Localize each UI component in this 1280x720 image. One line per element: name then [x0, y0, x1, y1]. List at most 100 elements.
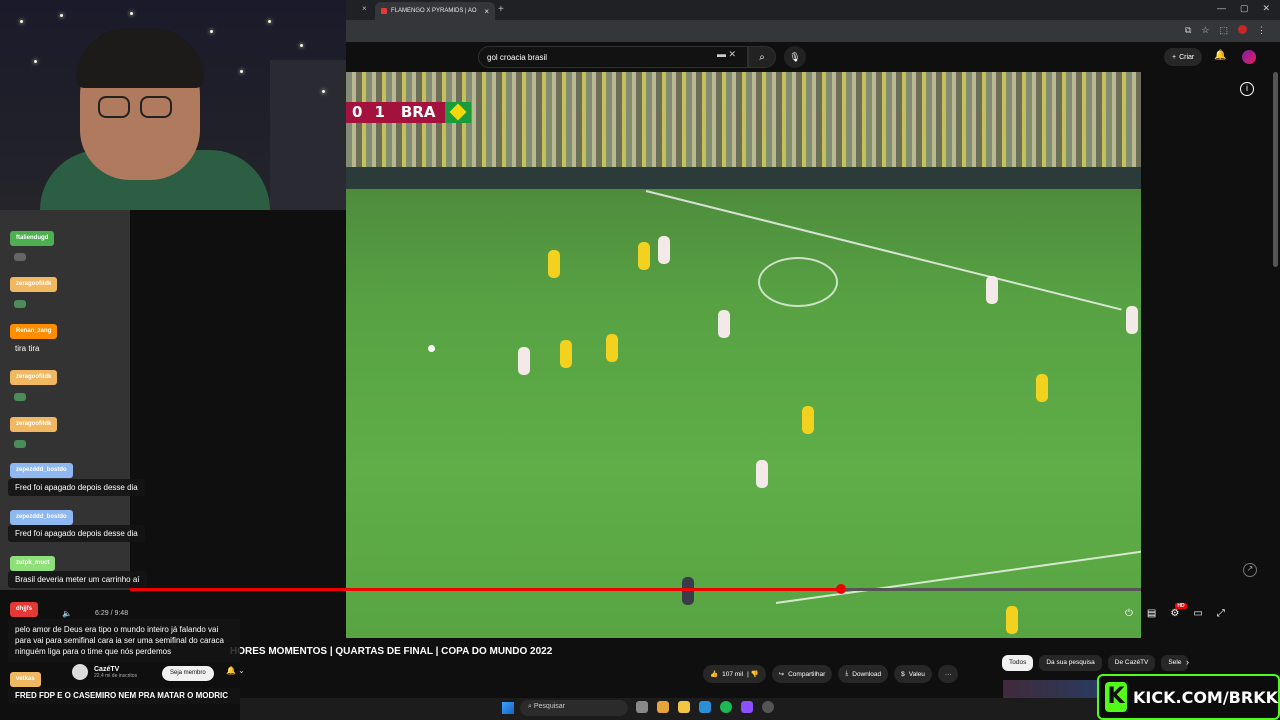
chat-username: zepezddd_bostdo: [10, 510, 73, 525]
file-explorer-icon[interactable]: [678, 701, 690, 713]
chevron-right-icon[interactable]: ›: [1186, 657, 1189, 667]
settings-gear-icon[interactable]: ⚙ HD: [1170, 603, 1187, 619]
extensions-icon[interactable]: ⬚: [1219, 25, 1228, 36]
mic-icon: 🎙: [789, 51, 801, 62]
browser-tab[interactable]: FLAMENGO X PYRAMIDS | AO ×: [375, 2, 495, 20]
subscription-bell-icon[interactable]: 🔔 ⌄: [226, 666, 245, 675]
windows-start-icon[interactable]: [502, 702, 514, 714]
maximize-button[interactable]: ▢: [1240, 3, 1249, 14]
chat-message: Fred foi apagado depois desse dia: [8, 525, 145, 542]
video-player[interactable]: 0 1 BRA: [346, 72, 1141, 638]
more-actions-button[interactable]: ···: [937, 665, 959, 683]
close-tab-icon[interactable]: ×: [484, 7, 489, 16]
chat-emote: [14, 393, 26, 401]
player-croatia: [756, 460, 768, 488]
player-controls-right: ⏻ ▤ ⚙ HD ▭ ⤢: [1125, 603, 1225, 619]
telegram-icon[interactable]: [699, 701, 711, 713]
recommended-video-thumbnail[interactable]: [1003, 680, 1103, 698]
search-button[interactable]: ⌕: [748, 46, 776, 68]
chip-more[interactable]: Sele: [1161, 655, 1189, 671]
chat-username: ftaliendugd: [10, 231, 55, 246]
search-input[interactable]: gol croacia brasil: [478, 46, 748, 68]
score-away: 1: [368, 102, 391, 123]
profile-avatar[interactable]: [1238, 25, 1247, 34]
video-title: HORES MOMENTOS | QUARTAS DE FINAL | COPA…: [230, 646, 553, 657]
side-panel: [1141, 72, 1280, 638]
kick-url: KICK.COM/BRKK: [1133, 687, 1278, 707]
clear-search-icon[interactable]: ▬ ✕: [717, 49, 736, 60]
plus-icon: +: [1172, 53, 1177, 61]
taskbar-search[interactable]: ⌕ Pesquisar: [520, 700, 628, 716]
player-croatia: [658, 236, 670, 264]
tab-title: FLAMENGO X PYRAMIDS | AO: [391, 8, 477, 14]
page-scrollbar[interactable]: [1273, 72, 1278, 267]
account-avatar[interactable]: [1242, 50, 1256, 64]
expand-arrow-icon[interactable]: ↗: [1243, 563, 1257, 577]
voice-search-button[interactable]: 🎙: [784, 46, 806, 68]
player-brazil: [638, 242, 650, 270]
time-display: 6:29 / 9:48: [95, 610, 129, 617]
string-light: [268, 20, 271, 23]
chrome-icon[interactable]: [657, 701, 669, 713]
video-progress-bar[interactable]: [130, 584, 1141, 594]
chat-username: zeragoofildk: [10, 417, 58, 432]
create-button[interactable]: + Criar: [1164, 48, 1203, 66]
chip-from-channel[interactable]: De CazéTV: [1107, 655, 1156, 671]
thanks-label: Valeu: [908, 670, 925, 678]
ball: [428, 345, 435, 352]
share-button[interactable]: ↪ Compartilhar: [771, 665, 833, 683]
subtitles-icon[interactable]: ▤: [1147, 608, 1156, 619]
browser-toolbar: ⧉ ☆ ⬚ ⋮: [1185, 25, 1266, 36]
player-croatia: [986, 276, 998, 304]
share-icon: ↪: [778, 671, 785, 678]
spotify-icon[interactable]: [720, 701, 732, 713]
share-label: Compartilhar: [788, 670, 826, 678]
chat-username: Renan_zang: [10, 324, 58, 339]
volume-icon[interactable]: 🔈: [62, 609, 72, 618]
install-icon[interactable]: ⧉: [1185, 25, 1191, 36]
info-icon[interactable]: i: [1240, 82, 1254, 96]
obs-icon[interactable]: [762, 701, 774, 713]
player-brazil: [1006, 606, 1018, 634]
player-brazil: [606, 334, 618, 362]
hd-badge: HD: [1175, 603, 1187, 609]
string-light: [60, 14, 63, 17]
join-member-button[interactable]: Seja membro: [162, 666, 214, 681]
notifications-bell-icon[interactable]: 🔔: [1214, 50, 1226, 61]
chat-username: zepezddd_bostdo: [10, 463, 73, 478]
theater-mode-icon[interactable]: ▭: [1193, 608, 1202, 619]
channel-avatar[interactable]: [72, 664, 88, 680]
thanks-button[interactable]: $ Valeu: [894, 665, 932, 683]
chat-username: zeragoofildk: [10, 277, 58, 292]
fullscreen-icon[interactable]: ⤢: [1217, 608, 1225, 619]
center-arc: [758, 257, 838, 307]
task-view-icon[interactable]: [636, 701, 648, 713]
taskbar-apps: [636, 701, 774, 713]
pitch-line: [775, 550, 1141, 604]
like-button[interactable]: 👍 107 mil | 👎: [703, 665, 766, 683]
window-controls: — ▢ ✕: [1217, 3, 1270, 14]
string-light: [240, 70, 243, 73]
glasses: [98, 96, 130, 118]
channel-info[interactable]: CazéTV 22,4 mi de inscritos: [72, 664, 137, 680]
bookmark-star-icon[interactable]: ☆: [1201, 25, 1209, 36]
recommendation-chips: Todos Da sua pesquisa De CazéTV Sele: [1002, 655, 1189, 671]
create-label: Criar: [1179, 53, 1195, 61]
close-tab-icon[interactable]: ×: [362, 4, 367, 13]
scrubber-handle[interactable]: [835, 584, 846, 594]
menu-icon[interactable]: ⋮: [1257, 25, 1266, 36]
player-brazil: [560, 340, 572, 368]
chip-from-search[interactable]: Da sua pesquisa: [1039, 655, 1102, 671]
thumbs-down-icon[interactable]: | 👎: [747, 670, 759, 678]
gaming-chair: [270, 60, 346, 210]
player-croatia: [718, 310, 730, 338]
minimize-button[interactable]: —: [1217, 3, 1226, 14]
download-button[interactable]: ⤓ Download: [838, 665, 889, 683]
string-light: [20, 20, 23, 23]
new-tab-button[interactable]: +: [498, 4, 504, 15]
close-window-button[interactable]: ✕: [1262, 3, 1270, 14]
chip-all[interactable]: Todos: [1002, 655, 1034, 671]
autoplay-toggle-icon[interactable]: ⏻: [1125, 608, 1133, 619]
discord-icon[interactable]: [741, 701, 753, 713]
channel-name[interactable]: CazéTV: [94, 666, 137, 673]
